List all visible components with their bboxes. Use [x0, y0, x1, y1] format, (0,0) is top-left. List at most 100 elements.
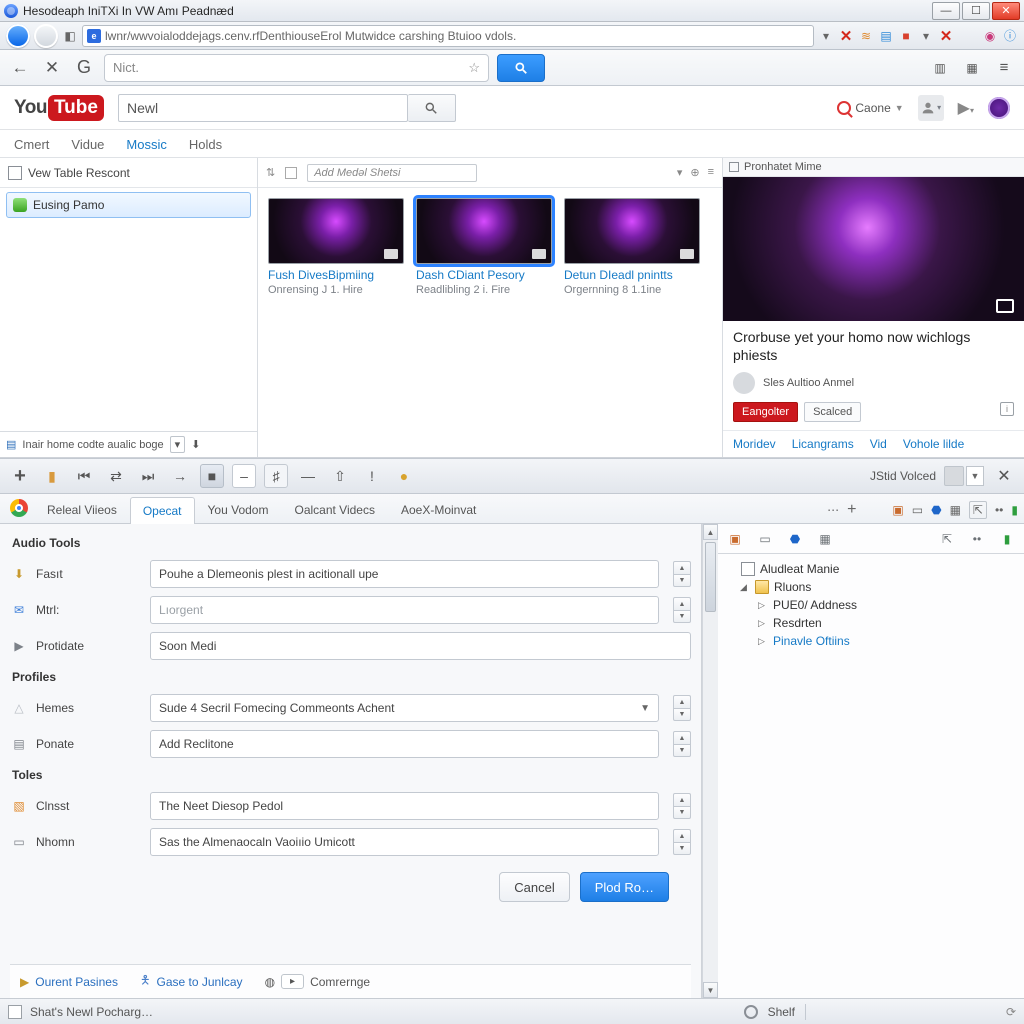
omnibox[interactable]: Nict. ☆ [104, 54, 489, 82]
video-title[interactable]: Dash CDiant Pesory [416, 269, 552, 282]
chevron-down-icon[interactable]: ▾ [677, 166, 683, 179]
youtube-search-input[interactable]: Newl [118, 94, 408, 122]
tab-holds[interactable]: Holds [189, 137, 222, 157]
hamburger-menu-icon[interactable]: ≡ [992, 56, 1016, 80]
popout-icon[interactable]: ⇱ [938, 530, 956, 548]
play-icon[interactable]: ▶▾ [958, 98, 974, 118]
video-card[interactable]: Fush DivesBipmiing Onrensing J 1. Hire [268, 198, 404, 296]
skip-prev-icon[interactable]: ⏮ [72, 464, 96, 488]
bookmark-star-icon[interactable]: ☆ [468, 60, 480, 76]
folder-green-icon[interactable]: ▮ [998, 530, 1016, 548]
alert-icon[interactable]: ! [360, 464, 384, 488]
clnsst-stepper[interactable]: ▲▼ [673, 793, 691, 819]
close-tab-button[interactable]: ✕ [40, 56, 64, 80]
skip-next-icon[interactable]: ⏭ [136, 464, 160, 488]
calendar-icon[interactable]: ▦ [950, 503, 961, 517]
volume-down-icon[interactable]: – [232, 464, 256, 488]
tab-you-vodom[interactable]: You Vodom [195, 496, 282, 523]
link-ourent-pasines[interactable]: ▶Ourent Pasines [20, 975, 118, 989]
link-gase-junlcay[interactable]: 🯅Gase to Junlcay [140, 971, 243, 992]
nhomn-input[interactable]: Sas the Almenaocaln Vaoiıio Umicott [150, 828, 659, 856]
search-submit-button[interactable] [497, 54, 545, 82]
tab-mossic[interactable]: Mossic [126, 137, 166, 157]
more-icon[interactable]: ⋯ [827, 503, 839, 517]
fullscreen-icon[interactable] [996, 299, 1014, 313]
cancel-load-icon[interactable]: ✕ [938, 28, 954, 44]
grid-layout-icon[interactable]: ▦ [960, 56, 984, 80]
video-title[interactable]: Fush DivesBipmiing [268, 269, 404, 282]
back-button[interactable]: ← [8, 56, 32, 80]
book-icon[interactable]: ▭ [756, 530, 774, 548]
ponate-input[interactable]: Add Reclitone [150, 730, 659, 758]
calendar-icon[interactable]: ▦ [816, 530, 834, 548]
tree-root[interactable]: Aludleat Manie [726, 560, 1016, 578]
tree-folder[interactable]: ◢Rluons [726, 578, 1016, 596]
vertical-scrollbar[interactable]: ▲ ▼ [702, 524, 718, 998]
gear-icon[interactable] [744, 1005, 758, 1019]
mtl-input[interactable]: Lıorgent [150, 596, 659, 624]
shelf-label[interactable]: Shelf [768, 1005, 795, 1019]
folder-green-icon[interactable]: ▮ [1011, 503, 1018, 517]
new-tab-button[interactable]: + [847, 501, 856, 519]
account-dropdown[interactable]: Caone ▼ [837, 101, 903, 115]
picture-icon[interactable]: ▣ [726, 530, 744, 548]
tree-footer-dropdown[interactable]: ▾ [170, 436, 186, 453]
link-moridev[interactable]: Moridev [733, 437, 776, 451]
google-g-icon[interactable]: G [72, 56, 96, 80]
author-name[interactable]: Sles Aultioo Anmel [763, 377, 854, 389]
dropdown-icon[interactable]: ▾ [918, 28, 934, 44]
book-icon[interactable]: ▭ [912, 503, 923, 517]
info-icon[interactable]: ⓘ [1002, 28, 1018, 44]
user-picker[interactable]: ▼ [944, 466, 984, 486]
window-maximize-button[interactable]: ☐ [962, 2, 990, 20]
link-comrernge[interactable]: ◍▸Comrernge [265, 974, 371, 989]
shuffle-icon[interactable]: ⇄ [104, 464, 128, 488]
fast-stepper[interactable]: ▲▼ [673, 561, 691, 587]
author-avatar[interactable] [733, 372, 755, 394]
close-panel-icon[interactable]: ✕ [992, 464, 1016, 488]
clnsst-input[interactable]: The Neet Diesop Pedol [150, 792, 659, 820]
url-field[interactable]: e lwnr/wwvoialoddejags.cenv.rfDenthiouse… [82, 25, 814, 47]
stop-caret-icon[interactable]: ▾ [818, 28, 834, 44]
hemes-select[interactable]: Sude 4 Secril Fomecing Commeonts Achent▼ [150, 694, 659, 722]
more-icon[interactable]: •• [968, 530, 986, 548]
scaled-button[interactable]: Scalced [804, 402, 861, 422]
link-vid[interactable]: Vid [870, 437, 887, 451]
chrome-icon[interactable] [10, 499, 28, 517]
add-button[interactable]: + [8, 464, 32, 488]
filter-icon[interactable] [285, 167, 297, 179]
tab-cmert[interactable]: Cmert [14, 137, 49, 157]
link-licangrams[interactable]: Licangrams [792, 437, 854, 451]
list-view-icon[interactable]: ≡ [708, 166, 714, 179]
youtube-search-button[interactable] [408, 94, 456, 122]
page-icon[interactable]: ▤ [878, 28, 894, 44]
submit-button[interactable]: Plod Ro… [580, 872, 669, 902]
reload-icon[interactable] [6, 24, 30, 48]
picture-icon[interactable]: ▣ [892, 503, 903, 517]
bookmark-toggle-icon[interactable]: ◧ [62, 28, 78, 44]
window-close-button[interactable]: ✕ [992, 2, 1020, 20]
download-icon[interactable]: ⬇ [191, 438, 200, 451]
coin-icon[interactable]: ● [392, 464, 416, 488]
panel-layout-icon[interactable]: ▥ [928, 56, 952, 80]
more-dots-icon[interactable]: •• [995, 503, 1003, 517]
tree-item-selected[interactable]: Eusing Pamo [6, 192, 251, 218]
settings-gear-icon[interactable] [988, 97, 1010, 119]
popout-icon[interactable]: ⇱ [969, 501, 987, 519]
subscribe-button[interactable]: Eangolter [733, 402, 798, 422]
video-card[interactable]: Dash CDiant Pesory Readlibling 2 i. Fire [416, 198, 552, 296]
nhomn-stepper[interactable]: ▲▼ [673, 829, 691, 855]
prod-input[interactable]: Soon Medi [150, 632, 691, 660]
scroll-up-icon[interactable]: ▲ [703, 524, 718, 540]
video-player[interactable] [723, 177, 1024, 321]
folder-icon[interactable]: ▮ [40, 464, 64, 488]
save-icon[interactable]: ■ [898, 28, 914, 44]
sync-icon[interactable]: ⟳ [1006, 1005, 1016, 1019]
sort-icon[interactable]: ⇅ [266, 166, 275, 179]
zoom-icon[interactable]: ⊕ [690, 166, 699, 179]
upload-icon[interactable]: ⇧ [328, 464, 352, 488]
youtube-logo[interactable]: You Tube [14, 95, 104, 121]
help-globe-icon[interactable]: ◉ [982, 28, 998, 44]
link-vohole[interactable]: Vohole lilde [903, 437, 964, 451]
window-minimize-button[interactable]: — [932, 2, 960, 20]
